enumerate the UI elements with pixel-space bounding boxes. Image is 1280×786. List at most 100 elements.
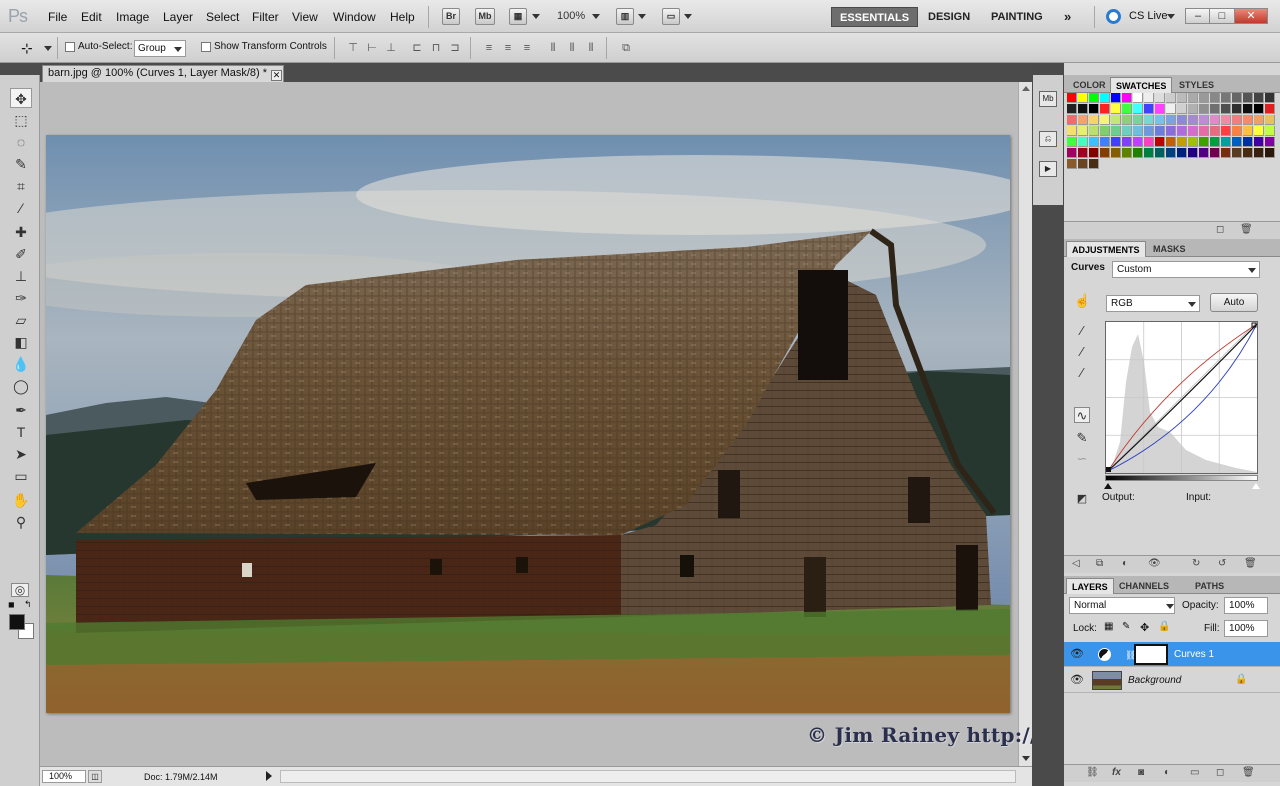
- distribute-top-icon[interactable]: ≡: [481, 42, 497, 54]
- align-top-icon[interactable]: ⊤: [345, 42, 361, 54]
- color-swatch[interactable]: [1166, 126, 1176, 136]
- tab-paths[interactable]: PATHS: [1190, 578, 1229, 594]
- color-swatch[interactable]: [1122, 115, 1132, 125]
- distribute-hcenter-icon[interactable]: ⦀: [564, 42, 580, 54]
- menu-layer[interactable]: Layer: [163, 10, 193, 24]
- layer-row-curves[interactable]: 👁 ⛓ Curves 1: [1064, 642, 1280, 667]
- color-swatch[interactable]: [1232, 115, 1242, 125]
- channel-dropdown[interactable]: RGB: [1106, 295, 1200, 312]
- color-swatch[interactable]: [1199, 126, 1209, 136]
- color-swatch[interactable]: [1122, 137, 1132, 147]
- lock-position-icon[interactable]: ✥: [1140, 621, 1149, 634]
- clipping-warning-icon[interactable]: ◩: [1074, 491, 1090, 507]
- color-swatch[interactable]: [1155, 115, 1165, 125]
- clip-to-layer-icon[interactable]: ◐: [1122, 558, 1128, 569]
- color-swatch[interactable]: [1243, 93, 1253, 103]
- color-swatch[interactable]: [1199, 148, 1209, 158]
- workspace-essentials[interactable]: ESSENTIALS: [831, 7, 919, 27]
- marquee-tool-icon[interactable]: ⬚: [10, 110, 32, 130]
- horizontal-scrollbar[interactable]: [280, 770, 1016, 783]
- clone-stamp-tool-icon[interactable]: ⊥: [10, 266, 32, 286]
- color-swatch[interactable]: [1199, 104, 1209, 114]
- color-swatch[interactable]: [1078, 137, 1088, 147]
- color-swatch[interactable]: [1100, 126, 1110, 136]
- color-swatch[interactable]: [1155, 104, 1165, 114]
- tab-styles[interactable]: STYLES: [1174, 77, 1219, 93]
- color-swatch[interactable]: [1078, 159, 1088, 169]
- black-slider-icon[interactable]: [1104, 483, 1112, 489]
- color-swatch[interactable]: [1111, 115, 1121, 125]
- add-mask-icon[interactable]: ◙: [1138, 767, 1144, 778]
- color-swatch[interactable]: [1232, 104, 1242, 114]
- screen-mode-icon[interactable]: ▭: [662, 8, 680, 25]
- actions-icon[interactable]: ▶: [1039, 161, 1057, 177]
- curve-point-tool-icon[interactable]: ∿: [1074, 407, 1090, 423]
- color-swatch[interactable]: [1243, 126, 1253, 136]
- color-swatch[interactable]: [1144, 93, 1154, 103]
- scroll-down-icon[interactable]: [1022, 756, 1030, 761]
- menu-file[interactable]: File: [48, 10, 67, 24]
- pen-tool-icon[interactable]: ✒: [10, 400, 32, 420]
- trash-icon[interactable]: 🗑: [1242, 767, 1255, 778]
- trash-icon[interactable]: 🗑: [1244, 558, 1257, 569]
- color-swatch[interactable]: [1254, 148, 1264, 158]
- minimize-button[interactable]: –: [1185, 8, 1211, 24]
- distribute-left-icon[interactable]: ⦀: [545, 42, 561, 54]
- type-tool-icon[interactable]: T: [10, 422, 32, 442]
- color-swatch[interactable]: [1221, 115, 1231, 125]
- color-swatch[interactable]: [1067, 104, 1077, 114]
- color-swatch[interactable]: [1188, 104, 1198, 114]
- zoom-tool-icon[interactable]: ⚲: [10, 512, 32, 532]
- eraser-tool-icon[interactable]: ▱: [10, 310, 32, 330]
- color-swatch[interactable]: [1078, 104, 1088, 114]
- bridge-button[interactable]: Br: [442, 8, 460, 25]
- smooth-curve-icon[interactable]: ∽: [1074, 451, 1090, 467]
- menu-select[interactable]: Select: [206, 10, 239, 24]
- color-swatch[interactable]: [1243, 148, 1253, 158]
- gray-point-eyedropper-icon[interactable]: ⁄: [1074, 344, 1090, 360]
- curves-graph[interactable]: [1105, 321, 1258, 474]
- maximize-button[interactable]: □: [1209, 8, 1235, 24]
- menu-edit[interactable]: Edit: [81, 10, 102, 24]
- document-tab[interactable]: barn.jpg @ 100% (Curves 1, Layer Mask/8)…: [42, 65, 284, 82]
- color-swatch[interactable]: [1210, 115, 1220, 125]
- rectangle-tool-icon[interactable]: ▭: [10, 466, 32, 486]
- blur-tool-icon[interactable]: 💧: [10, 354, 32, 374]
- align-left-icon[interactable]: ⊏: [409, 42, 425, 54]
- color-swatch[interactable]: [1265, 137, 1275, 147]
- foreground-color-swatch[interactable]: [9, 614, 25, 630]
- distribute-bottom-icon[interactable]: ≡: [519, 42, 535, 54]
- color-swatch[interactable]: [1067, 148, 1077, 158]
- color-swatch[interactable]: [1243, 104, 1253, 114]
- color-swatch[interactable]: [1144, 148, 1154, 158]
- color-swatch[interactable]: [1243, 115, 1253, 125]
- color-swatch[interactable]: [1089, 93, 1099, 103]
- color-swatch[interactable]: [1155, 148, 1165, 158]
- color-swatch[interactable]: [1177, 93, 1187, 103]
- color-swatch[interactable]: [1243, 137, 1253, 147]
- reset-icon[interactable]: ↺: [1218, 558, 1226, 569]
- color-swatch[interactable]: [1221, 137, 1231, 147]
- color-swatch[interactable]: [1232, 137, 1242, 147]
- color-swatch[interactable]: [1232, 93, 1242, 103]
- tab-swatches[interactable]: SWATCHES: [1110, 77, 1173, 93]
- cs-live-button[interactable]: CS Live: [1129, 10, 1168, 22]
- color-swatch[interactable]: [1265, 93, 1275, 103]
- workspace-design[interactable]: DESIGN: [920, 7, 978, 27]
- color-swatch[interactable]: [1177, 104, 1187, 114]
- transform-controls-checkbox[interactable]: [201, 42, 211, 52]
- lasso-tool-icon[interactable]: ◌: [10, 132, 32, 152]
- curve-pencil-icon[interactable]: ✎: [1074, 430, 1090, 446]
- black-point-eyedropper-icon[interactable]: ⁄: [1074, 323, 1090, 339]
- dodge-tool-icon[interactable]: ◯: [10, 376, 32, 396]
- color-swatch[interactable]: [1078, 126, 1088, 136]
- move-tool-icon[interactable]: ✥: [10, 88, 32, 108]
- white-point-eyedropper-icon[interactable]: ⁄: [1074, 365, 1090, 381]
- color-swatch[interactable]: [1177, 148, 1187, 158]
- color-swatch[interactable]: [1133, 104, 1143, 114]
- color-swatch[interactable]: [1254, 104, 1264, 114]
- color-swatch[interactable]: [1265, 104, 1275, 114]
- color-swatch[interactable]: [1265, 115, 1275, 125]
- color-swatch[interactable]: [1221, 126, 1231, 136]
- quick-select-tool-icon[interactable]: ✎: [10, 154, 32, 174]
